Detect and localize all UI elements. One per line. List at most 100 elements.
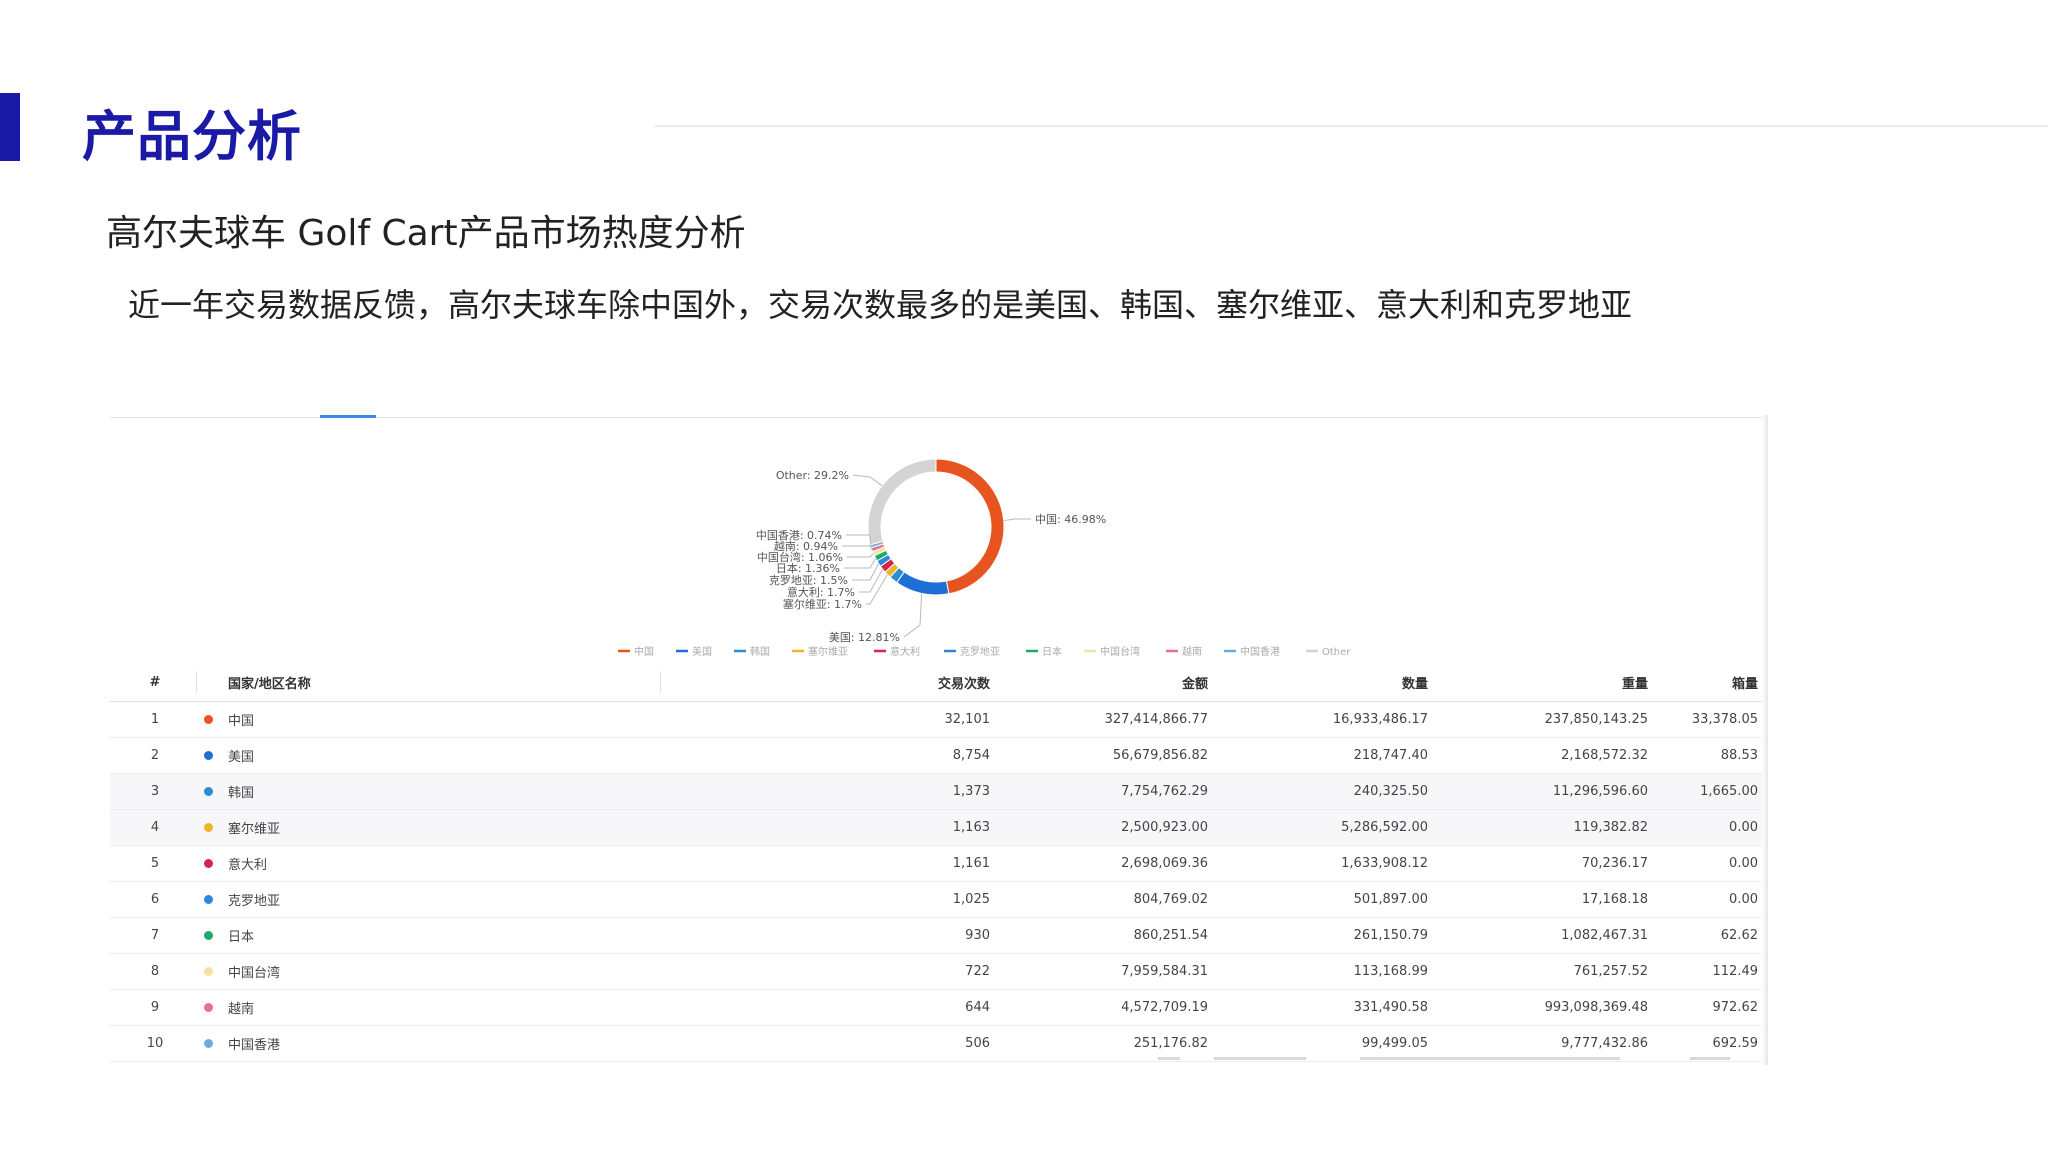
amount-value: 56,679,856.82 [1112, 748, 1208, 763]
boxes-value: 0.00 [1729, 892, 1758, 907]
quantity-value: 261,150.79 [1353, 928, 1428, 943]
slice-label: Other: 29.2% [776, 469, 849, 482]
table-row[interactable]: 8 中国台湾 722 7,959,584.31 113,168.99 761,257.52… [110, 954, 1762, 990]
legend-label: 意大利 [890, 645, 920, 658]
quantity-value: 331,490.58 [1353, 1000, 1428, 1015]
header-divider [655, 125, 2048, 127]
col-header-quantity[interactable]: 数量 [1230, 663, 1428, 701]
pie-slice[interactable] [867, 458, 937, 546]
table-row[interactable]: 1 中国 32,101 327,414,866.77 16,933,486.17 237,… [110, 702, 1762, 738]
series-color-dot [198, 1026, 218, 1061]
legend-label: 克罗地亚 [960, 645, 1000, 658]
transactions-value: 506 [965, 1036, 990, 1051]
label-leader-line [844, 558, 877, 569]
amount-value: 2,698,069.36 [1121, 856, 1208, 871]
series-color-dot [198, 702, 218, 737]
col-header-amount[interactable]: 金额 [1010, 663, 1208, 701]
transactions-value: 1,025 [952, 892, 990, 907]
slice-label: 中国: 46.98% [1035, 513, 1106, 526]
label-leader-line [842, 545, 873, 550]
header-separator [196, 671, 197, 693]
slice-label: 塞尔维亚: 1.7% [783, 597, 862, 611]
label-leader-line [846, 534, 872, 547]
amount-value: 7,959,584.31 [1121, 964, 1208, 979]
country-name: 意大利 [228, 858, 268, 873]
col-header-boxes[interactable]: 箱量 [1550, 663, 1758, 701]
finding-text: 近一年交易数据反馈，高尔夫球车除中国外，交易次数最多的是美国、韩国、塞尔维亚、意… [128, 286, 1633, 324]
country-name: 克罗地亚 [228, 894, 281, 909]
table-row[interactable]: 9 越南 644 4,572,709.19 331,490.58 993,098,369.… [110, 990, 1762, 1026]
legend-label: Other [1322, 647, 1351, 658]
col-header-index[interactable]: # [110, 663, 200, 701]
amount-value: 2,500,923.00 [1121, 820, 1208, 835]
country-name: 日本 [228, 930, 255, 945]
row-index: 8 [150, 964, 160, 979]
legend-label: 中国台湾 [1100, 645, 1140, 658]
table-row[interactable]: 3 韩国 1,373 7,754,762.29 240,325.50 11,296,596… [110, 774, 1762, 810]
boxes-value: 88.53 [1720, 748, 1758, 763]
label-leader-line [1003, 518, 1031, 522]
label-leader-line [852, 563, 880, 581]
quantity-value: 16,933,486.17 [1332, 712, 1428, 727]
col-header-country[interactable]: 国家/地区名称 [228, 663, 528, 701]
pager-label [1158, 1057, 1180, 1060]
pagination-buttons[interactable] [1360, 1057, 1620, 1060]
boxes-value: 0.00 [1729, 820, 1758, 835]
amount-value: 327,414,866.77 [1104, 712, 1208, 727]
series-color-dot [198, 882, 218, 917]
table-row[interactable]: 4 塞尔维亚 1,163 2,500,923.00 5,286,592.00 119,38… [110, 810, 1762, 846]
row-index: 5 [150, 856, 160, 871]
legend-label: 中国 [634, 645, 654, 658]
country-name: 中国 [228, 714, 255, 729]
boxes-value: 692.59 [1712, 1036, 1759, 1051]
page-jump-input[interactable] [1690, 1057, 1730, 1060]
boxes-value: 112.49 [1712, 964, 1759, 979]
table-row[interactable]: 7 日本 930 860,251.54 261,150.79 1,082,467.31 62… [110, 918, 1762, 954]
series-color-dot [198, 738, 218, 773]
label-leader-line [847, 553, 874, 558]
amount-value: 7,754,762.29 [1121, 784, 1208, 799]
pie-slice[interactable] [896, 571, 950, 596]
legend-label: 日本 [1042, 645, 1062, 658]
country-name: 美国 [228, 750, 255, 765]
country-name: 塞尔维亚 [228, 822, 281, 837]
amount-value: 860,251.54 [1133, 928, 1208, 943]
table-header-row: # 国家/地区名称 交易次数 金额 数量 重量 箱量 [110, 663, 1762, 702]
slice-label: 意大利: 1.7% [787, 585, 855, 599]
quantity-value: 501,897.00 [1353, 892, 1428, 907]
title-accent-bar [0, 93, 20, 161]
quantity-value: 218,747.40 [1353, 748, 1428, 763]
quantity-value: 240,325.50 [1353, 784, 1428, 799]
country-name: 中国香港 [228, 1038, 281, 1053]
series-color-dot [198, 774, 218, 809]
table-row[interactable]: 6 克罗地亚 1,025 804,769.02 501,897.00 17,168.18 0… [110, 882, 1762, 918]
boxes-value: 0.00 [1729, 856, 1758, 871]
table-row[interactable]: 2 美国 8,754 56,679,856.82 218,747.40 2,168,572… [110, 738, 1762, 774]
page-size-select[interactable] [1214, 1057, 1306, 1060]
transactions-value: 1,161 [952, 856, 990, 871]
row-index: 2 [150, 748, 160, 763]
pie-slice[interactable] [935, 458, 1005, 595]
legend-label: 中国香港 [1240, 645, 1280, 658]
row-index: 10 [146, 1036, 164, 1051]
row-index: 3 [150, 784, 160, 799]
country-name: 越南 [228, 1002, 255, 1017]
label-leader-line [903, 593, 923, 638]
boxes-value: 972.62 [1712, 1000, 1759, 1015]
row-index: 6 [150, 892, 160, 907]
trade-table: # 国家/地区名称 交易次数 金额 数量 重量 箱量 1 中国 32,101 327,… [110, 663, 1762, 1062]
donut-chart: 中国: 46.98%美国: 12.81%Other: 29.2%中国香港: 0.… [618, 458, 1351, 658]
page-title: 产品分析 [82, 105, 302, 168]
amount-value: 251,176.82 [1133, 1036, 1208, 1051]
series-color-dot [198, 810, 218, 845]
report-card: 中国: 46.98% 美国: 12.81% Other: 29.2% 中国香港: 0.… [110, 415, 1768, 1065]
row-index: 4 [150, 820, 160, 835]
series-color-dot [198, 954, 218, 989]
quantity-value: 1,633,908.12 [1341, 856, 1428, 871]
legend-label: 塞尔维亚 [808, 645, 848, 658]
col-header-transactions[interactable]: 交易次数 [510, 663, 990, 701]
quantity-value: 5,286,592.00 [1341, 820, 1428, 835]
table-row[interactable]: 5 意大利 1,161 2,698,069.36 1,633,908.12 70,236.… [110, 846, 1762, 882]
legend-label: 韩国 [750, 645, 770, 658]
boxes-value: 1,665.00 [1700, 784, 1758, 799]
